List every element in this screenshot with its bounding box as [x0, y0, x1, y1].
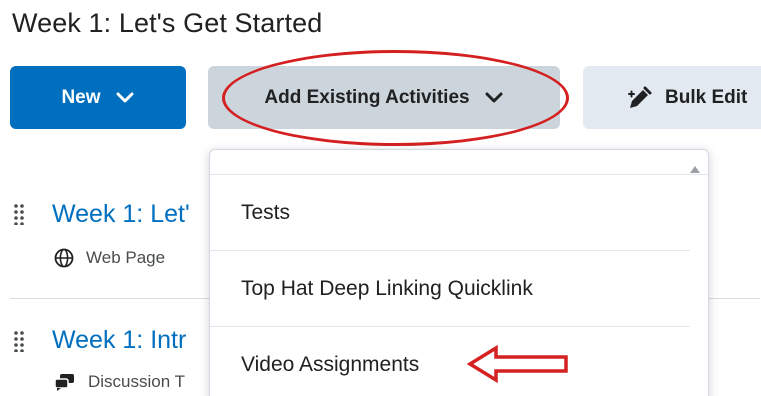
lesson-type-label: Discussion T — [88, 372, 185, 391]
scroll-up-arrow-icon[interactable] — [690, 166, 700, 173]
menu-item-label: Video Assignments — [241, 353, 420, 376]
bulk-edit-button[interactable]: Bulk Edit — [583, 66, 761, 129]
add-existing-activities-label: Add Existing Activities — [264, 86, 470, 108]
lesson-type: Web Page — [54, 248, 165, 268]
new-button-label: New — [61, 86, 101, 108]
menu-item-label: Top Hat Deep Linking Quicklink — [241, 276, 533, 300]
menu-item-tests[interactable]: Tests — [210, 175, 690, 251]
add-existing-activities-menu: Tests Top Hat Deep Linking Quicklink Vid… — [209, 149, 709, 396]
pencil-icon — [627, 85, 653, 111]
lesson-title-link[interactable]: Week 1: Intr — [52, 326, 186, 355]
drag-handle-icon[interactable] — [12, 203, 26, 226]
menu-item-top-hat-deep-linking-quicklink[interactable]: Top Hat Deep Linking Quicklink — [210, 251, 690, 327]
lesson-type: Discussion T — [54, 372, 185, 392]
add-existing-activities-button[interactable]: Add Existing Activities — [208, 66, 560, 129]
bulk-edit-label: Bulk Edit — [665, 86, 748, 108]
highlight-arrow-icon — [466, 344, 568, 384]
menu-item-video-assignments[interactable]: Video Assignments — [210, 327, 690, 396]
lesson-type-label: Web Page — [86, 248, 166, 267]
drag-handle-icon[interactable] — [12, 330, 26, 353]
page-title: Week 1: Let's Get Started — [12, 8, 323, 38]
chevron-down-icon — [115, 91, 135, 105]
discussion-icon — [54, 373, 76, 391]
globe-icon — [54, 248, 74, 268]
chevron-down-icon — [484, 91, 504, 105]
lesson-page: Week 1: Let's Get Started New Add Existi… — [0, 0, 761, 396]
new-button[interactable]: New — [10, 66, 186, 129]
lesson-title-link[interactable]: Week 1: Let' — [52, 200, 190, 229]
menu-item-label: Tests — [241, 200, 291, 224]
